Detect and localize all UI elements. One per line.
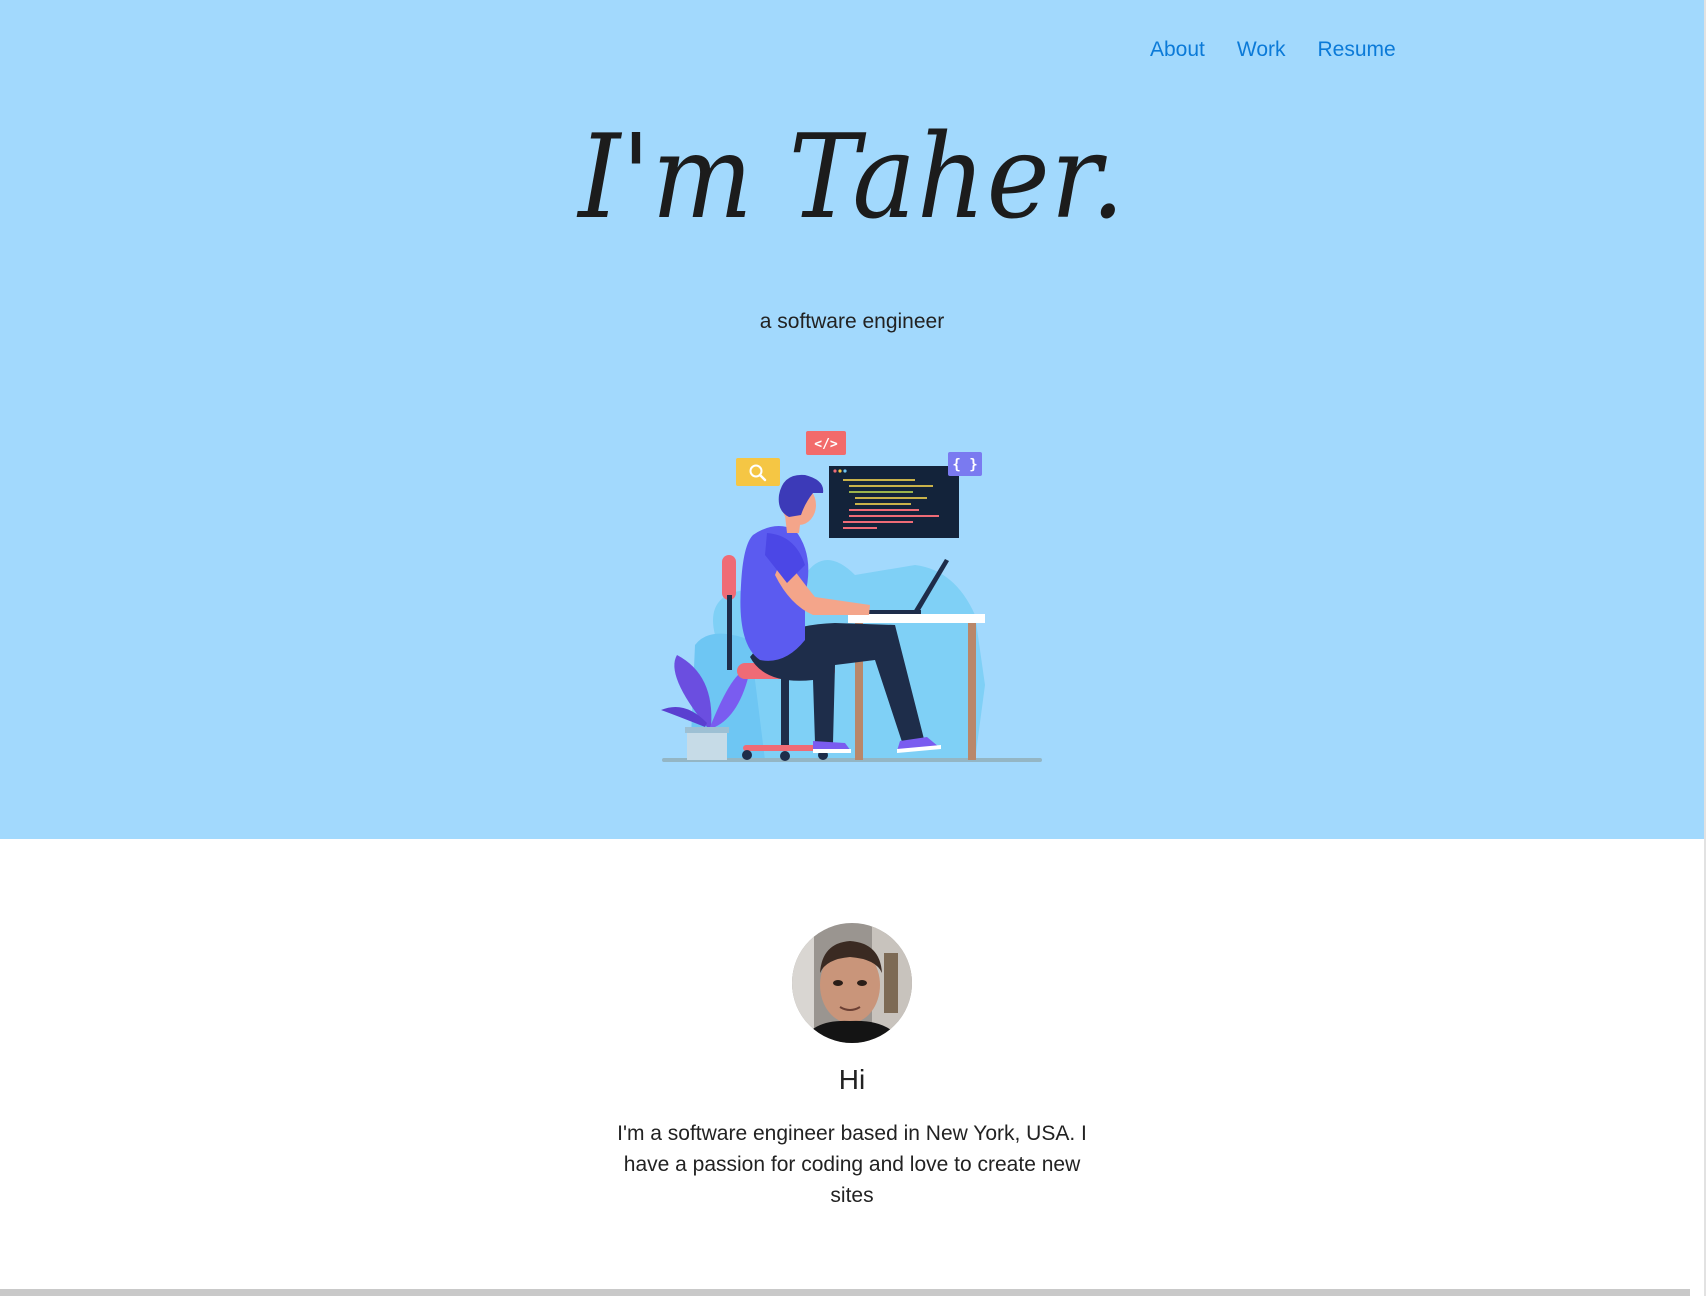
code-tag-icon: </>	[814, 437, 838, 452]
about-text: I'm a software engineer based in New Yor…	[617, 1122, 1087, 1207]
shoe-sole	[813, 749, 851, 753]
plant-pot	[687, 730, 727, 760]
hero-title: I'm Taher.	[578, 110, 1126, 245]
chair-post	[781, 679, 789, 749]
horizontal-scrollbar[interactable]	[0, 1289, 1690, 1296]
person-hair	[778, 474, 824, 517]
avatar	[792, 923, 912, 1043]
chair-back	[722, 555, 736, 600]
window-dot	[833, 469, 837, 473]
code-line	[849, 491, 913, 493]
nav-link-about[interactable]: About	[1150, 38, 1205, 62]
code-line	[855, 503, 911, 505]
nav-link-resume[interactable]: Resume	[1318, 38, 1396, 62]
top-nav: About Work Resume	[1150, 38, 1428, 62]
braces-icon: { }	[952, 457, 977, 473]
about-heading: Hi	[838, 1064, 866, 1095]
code-line	[843, 527, 877, 529]
code-line	[843, 521, 913, 523]
code-line	[849, 515, 939, 517]
window-dot	[838, 469, 842, 473]
desk-leg	[968, 623, 976, 760]
hero-subtitle: a software engineer	[759, 310, 945, 333]
page: About Work Resume I'm Taher. a software …	[0, 0, 1706, 1296]
developer-illustration: </> { }	[661, 431, 1042, 762]
window-dot	[843, 469, 847, 473]
chair-wheel	[780, 751, 790, 761]
hero-section: About Work Resume I'm Taher. a software …	[0, 0, 1704, 839]
chair-wheel	[742, 750, 752, 760]
code-line	[849, 509, 919, 511]
search-badge	[736, 458, 780, 486]
code-line	[843, 479, 915, 481]
plant-pot-rim	[685, 727, 729, 733]
code-line	[855, 497, 927, 499]
nav-link-work[interactable]: Work	[1237, 38, 1286, 62]
about-section: Hi I'm a software engineer based in New …	[0, 839, 1704, 1289]
profile-photo	[792, 923, 912, 1043]
code-line	[849, 485, 933, 487]
desk-top	[848, 614, 985, 623]
chair-back-post	[727, 595, 732, 670]
